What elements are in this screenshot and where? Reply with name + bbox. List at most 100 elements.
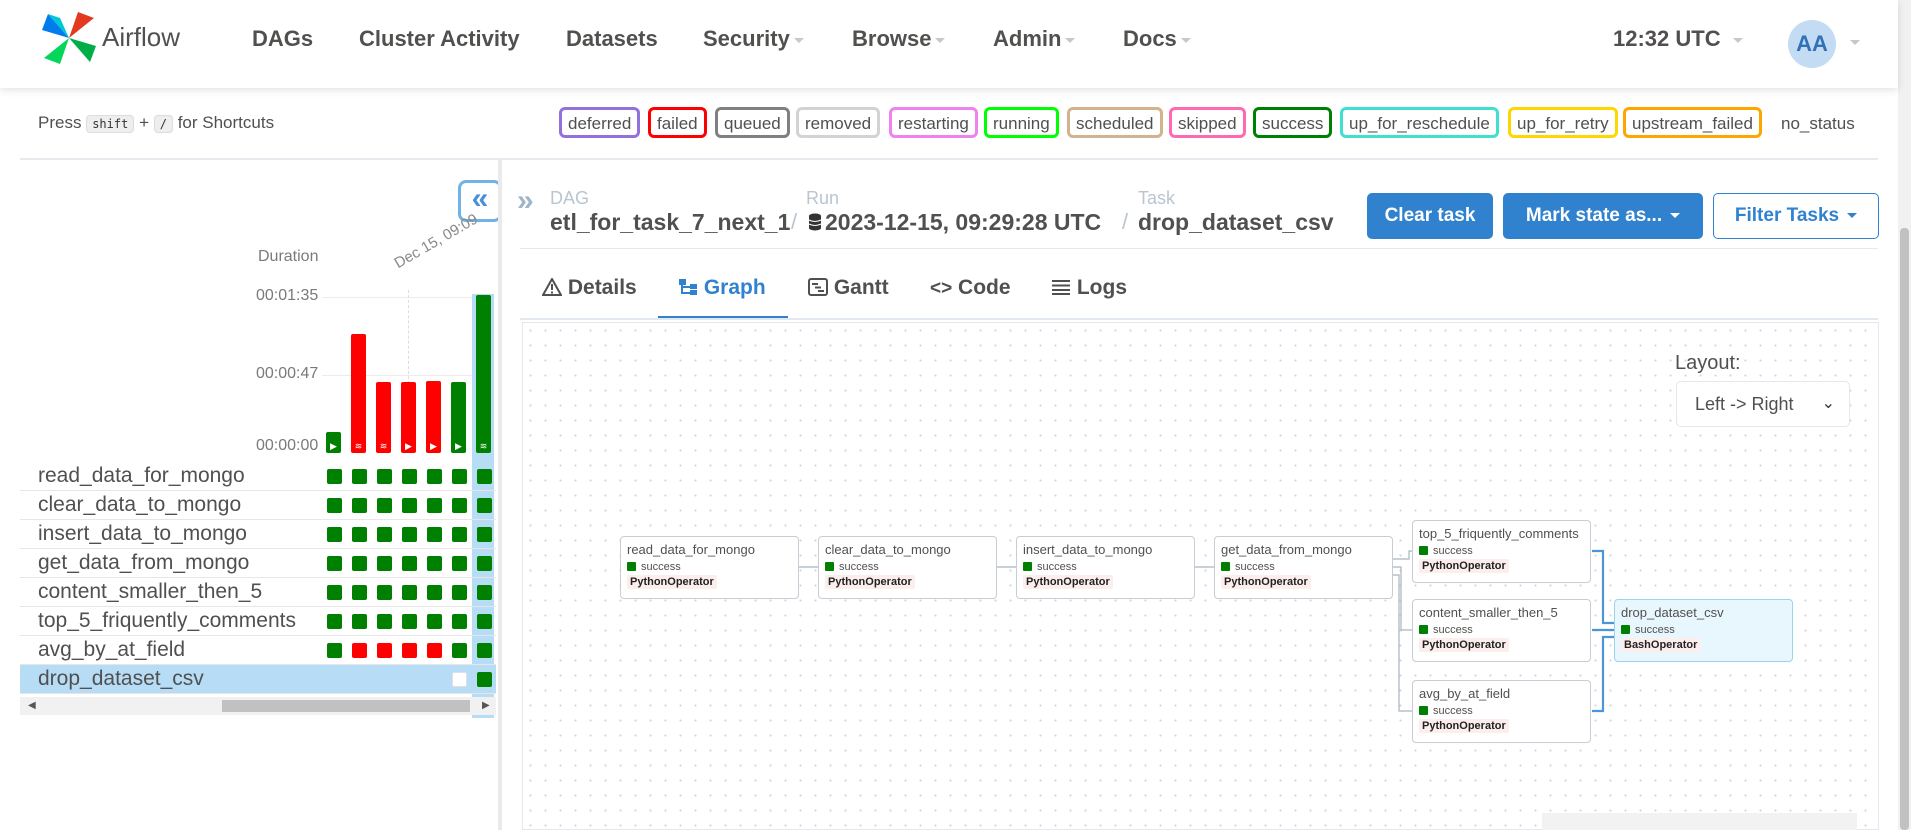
task-row-insert-data-to-mongo[interactable]: insert_data_to_mongo [20, 520, 496, 549]
tab-details[interactable]: Details [541, 276, 637, 300]
legend-running[interactable]: running [984, 107, 1059, 138]
task-instance-cell[interactable] [452, 614, 467, 629]
task-instance-cell[interactable] [477, 469, 492, 484]
task-instance-cell[interactable] [377, 527, 392, 542]
task-row-avg-by-at-field[interactable]: avg_by_at_field [20, 636, 496, 665]
run-duration-bar[interactable]: ▶ [451, 382, 466, 453]
task-instance-cell[interactable] [427, 527, 442, 542]
task-instance-cell[interactable] [377, 469, 392, 484]
task-instance-cell[interactable] [352, 556, 367, 571]
task-instance-cell[interactable] [377, 643, 392, 658]
brand-name[interactable]: Airflow [102, 22, 180, 53]
task-instance-cell[interactable] [402, 498, 417, 513]
run-duration-bar[interactable]: ▶ [326, 432, 341, 453]
task-instance-cell[interactable] [477, 614, 492, 629]
clear-task-button[interactable]: Clear task [1367, 193, 1493, 239]
task-instance-cell[interactable] [377, 498, 392, 513]
graph-node-top-5-friquently-comments[interactable]: top_5_friquently_comments success PythonOp… [1412, 520, 1591, 583]
task-instance-cell[interactable] [327, 498, 342, 513]
run-duration-bar[interactable]: ≋ [351, 334, 366, 453]
task-instance-cell[interactable] [402, 643, 417, 658]
scrollbar-thumb[interactable] [222, 700, 470, 712]
task-instance-cell[interactable] [352, 614, 367, 629]
legend-upstream-failed[interactable]: upstream_failed [1623, 107, 1762, 138]
legend-no-status[interactable]: no_status [1772, 107, 1864, 138]
task-instance-cell[interactable] [452, 498, 467, 513]
task-instance-cell[interactable] [402, 527, 417, 542]
task-instance-cell[interactable] [377, 585, 392, 600]
run-crumb-value[interactable]: 2023-12-15, 09:29:28 UTC [808, 209, 1101, 236]
legend-queued[interactable]: queued [715, 107, 790, 138]
task-instance-cell[interactable] [327, 614, 342, 629]
task-instance-cell[interactable] [327, 585, 342, 600]
task-instance-cell[interactable] [477, 498, 492, 513]
task-instance-cell[interactable] [427, 498, 442, 513]
legend-success[interactable]: success [1253, 107, 1333, 138]
task-instance-cell[interactable] [402, 614, 417, 629]
task-instance-cell[interactable] [352, 527, 367, 542]
tab-graph[interactable]: Graph [678, 276, 766, 300]
task-instance-cell[interactable] [427, 469, 442, 484]
run-duration-bar[interactable]: ▶ [426, 381, 441, 453]
task-instance-cell[interactable] [452, 672, 467, 687]
legend-failed[interactable]: failed [648, 107, 707, 138]
task-instance-cell[interactable] [327, 643, 342, 658]
task-instance-cell[interactable] [352, 585, 367, 600]
task-instance-cell[interactable] [477, 643, 492, 658]
task-row-clear-data-to-mongo[interactable]: clear_data_to_mongo [20, 491, 496, 520]
task-instance-cell[interactable] [477, 527, 492, 542]
scrollbar-thumb[interactable] [1900, 228, 1909, 830]
dag-crumb-value[interactable]: etl_for_task_7_next_1 [550, 209, 790, 236]
task-instance-cell[interactable] [427, 585, 442, 600]
expand-details-icon[interactable]: » [517, 184, 534, 218]
legend-up-for-reschedule[interactable]: up_for_reschedule [1340, 107, 1499, 138]
nav-datasets[interactable]: Datasets [566, 26, 658, 52]
tab-code[interactable]: <> Code [930, 276, 1011, 300]
task-instance-cell[interactable] [352, 498, 367, 513]
task-instance-cell[interactable] [427, 556, 442, 571]
graph-node-clear-data-to-mongo[interactable]: clear_data_to_mongo success PythonOperator [818, 536, 997, 599]
task-instance-cell[interactable] [402, 585, 417, 600]
task-instance-cell[interactable] [402, 469, 417, 484]
task-instance-cell[interactable] [452, 585, 467, 600]
task-crumb-value[interactable]: drop_dataset_csv [1138, 209, 1334, 236]
legend-up-for-retry[interactable]: up_for_retry [1508, 107, 1618, 138]
task-instance-cell[interactable] [402, 556, 417, 571]
task-row-get-data-from-mongo[interactable]: get_data_from_mongo [20, 549, 496, 578]
legend-skipped[interactable]: skipped [1169, 107, 1246, 138]
task-instance-cell[interactable] [327, 469, 342, 484]
legend-restarting[interactable]: restarting [889, 107, 978, 138]
airflow-logo-icon[interactable] [40, 10, 98, 66]
graph-node-insert-data-to-mongo[interactable]: insert_data_to_mongo success PythonOperato… [1016, 536, 1195, 599]
legend-scheduled[interactable]: scheduled [1067, 107, 1163, 138]
task-instance-cell[interactable] [427, 614, 442, 629]
nav-admin[interactable]: Admin [993, 26, 1076, 52]
task-instance-cell[interactable] [377, 556, 392, 571]
run-duration-bar[interactable]: ≋ [476, 295, 491, 453]
layout-select[interactable]: Left -> Right ⌄ [1676, 381, 1850, 427]
task-instance-cell[interactable] [477, 672, 492, 687]
task-row-top-5-friquently-comments[interactable]: top_5_friquently_comments [20, 607, 496, 636]
task-instance-cell[interactable] [452, 527, 467, 542]
task-instance-cell[interactable] [327, 556, 342, 571]
task-instance-cell[interactable] [377, 614, 392, 629]
legend-removed[interactable]: removed [796, 107, 881, 138]
tab-gantt[interactable]: Gantt [808, 276, 889, 300]
graph-node-drop-dataset-csv[interactable]: drop_dataset_csv success BashOperator [1614, 599, 1793, 662]
task-instance-cell[interactable] [427, 643, 442, 658]
graph-node-avg-by-at-field[interactable]: avg_by_at_field success PythonOperator [1412, 680, 1591, 743]
panel-resize-handle[interactable] [498, 160, 502, 830]
grid-horizontal-scrollbar[interactable]: ◀ ▶ [20, 697, 496, 715]
nav-cluster-activity[interactable]: Cluster Activity [359, 26, 520, 52]
utc-clock[interactable]: 12:32 UTC [1613, 26, 1743, 52]
graph-node-get-data-from-mongo[interactable]: get_data_from_mongo success PythonOperator [1214, 536, 1393, 599]
task-instance-cell[interactable] [452, 556, 467, 571]
task-instance-cell[interactable] [477, 556, 492, 571]
task-instance-cell[interactable] [452, 469, 467, 484]
nav-dags[interactable]: DAGs [252, 26, 313, 52]
scroll-right-icon[interactable]: ▶ [482, 700, 490, 711]
nav-security[interactable]: Security [703, 26, 804, 52]
task-instance-cell[interactable] [452, 643, 467, 658]
task-row-content-smaller-then-5[interactable]: content_smaller_then_5 [20, 578, 496, 607]
graph-node-content-smaller-then-5[interactable]: content_smaller_then_5 success PythonOpera… [1412, 599, 1591, 662]
